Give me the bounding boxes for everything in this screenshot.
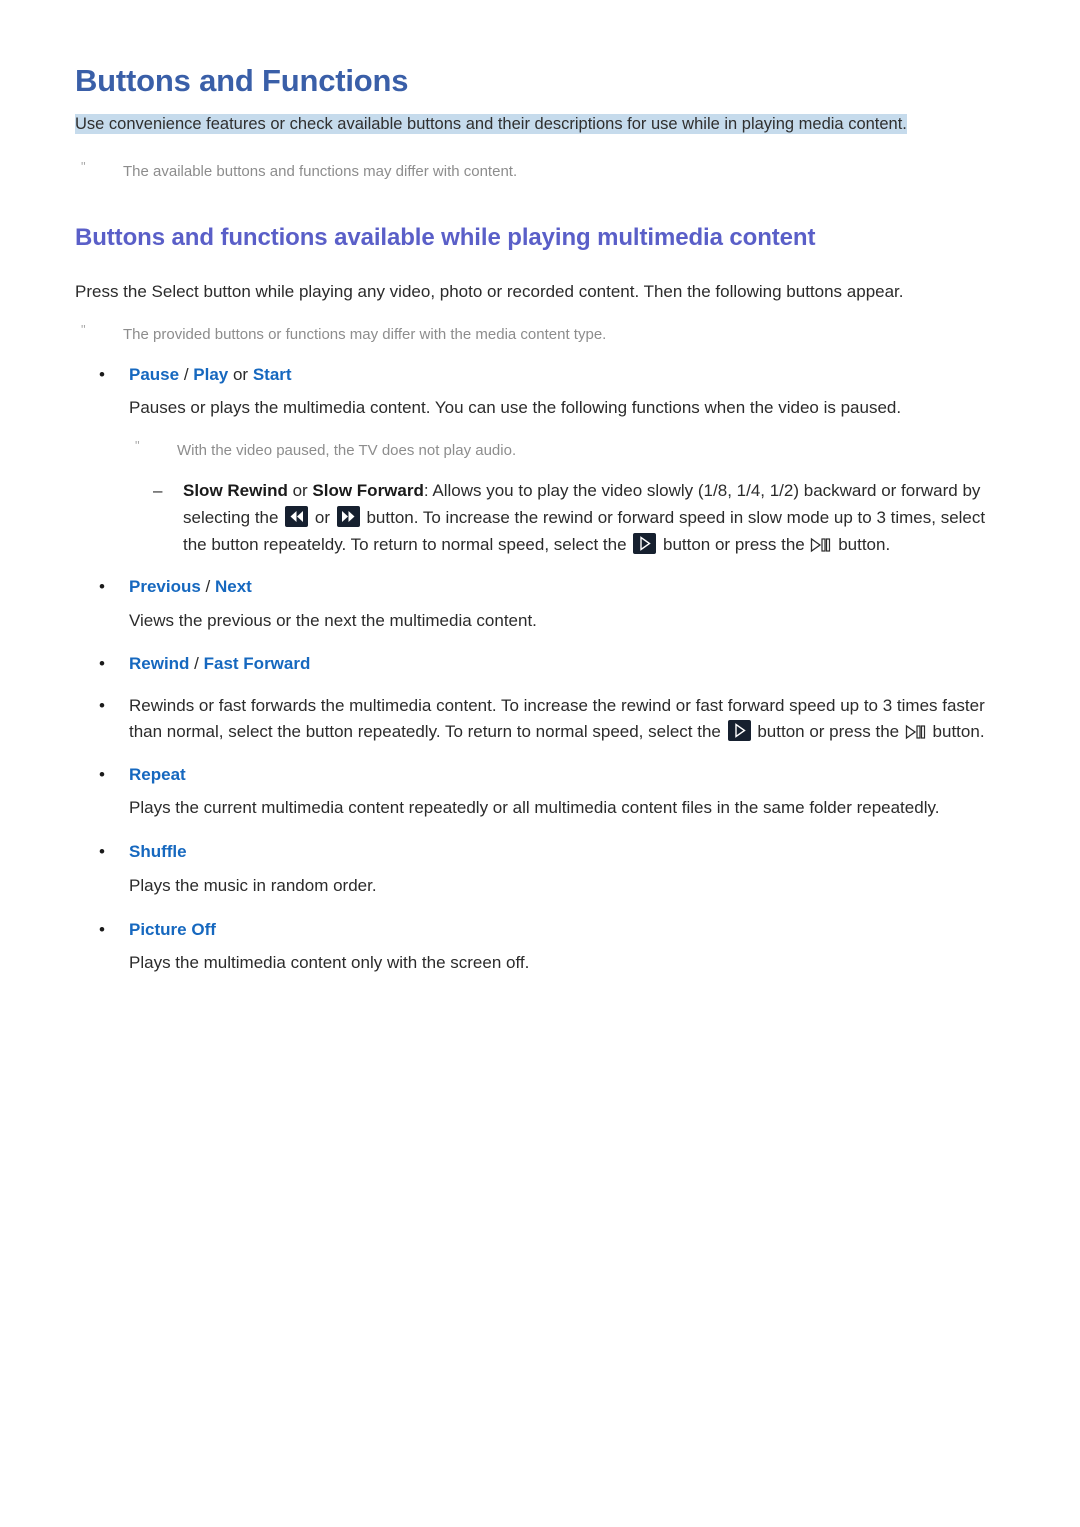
shuffle-description: Plays the music in random order. (129, 875, 377, 895)
document-content: Buttons and Functions Use convenience fe… (75, 62, 1005, 994)
note-text: The provided buttons or functions may di… (123, 325, 607, 343)
note-text: With the video paused, the TV does not p… (177, 442, 517, 460)
section-intro-paragraph: Press the Select button while playing an… (75, 281, 904, 301)
rewind-text-part-2: button or press the (752, 722, 904, 742)
bullet-label-picture-off: Picture Off (129, 919, 216, 939)
label-conjunction: or (228, 364, 253, 384)
play-key-icon[interactable] (727, 720, 751, 742)
bullet-label-repeat: Repeat (129, 764, 186, 784)
page-subtitle-highlighted: Use convenience features or check availa… (75, 114, 907, 135)
list-item-shuffle: • Shuffle (75, 839, 1005, 865)
page-subtitle-wrapper: Use convenience features or check availa… (75, 111, 1005, 137)
section-heading: Buttons and functions available while pl… (75, 223, 816, 251)
slow-text-part-2: or (310, 508, 335, 527)
note-marker-icon: " (81, 158, 86, 174)
bullet-dot-icon: • (99, 842, 105, 862)
note-available-buttons: " The available buttons and functions ma… (75, 158, 1005, 183)
term-slow-rewind: Slow Rewind (183, 481, 288, 501)
play-pause-key-icon[interactable] (810, 537, 832, 553)
bullet-dot-icon: • (99, 364, 105, 384)
bullet-label-rewind-fast-forward: Rewind / Fast Forward (129, 651, 1005, 677)
page-title: Buttons and Functions (75, 63, 409, 98)
label-start: Start (252, 364, 292, 384)
list-item-pause-play-start: • Pause / Play or Start (75, 362, 1005, 388)
list-item-picture-off: • Picture Off (75, 917, 1005, 943)
dash-marker-icon: – (153, 481, 163, 501)
list-item-previous-next: • Previous / Next (75, 574, 1005, 600)
slow-rewind-key-icon[interactable] (285, 506, 309, 527)
label-separator: / (200, 577, 215, 597)
note-marker-icon: " (81, 321, 86, 337)
bullet-label-pause: Pause / Play or Start (129, 362, 1005, 388)
list-item-slow-rewind-forward: – Slow Rewind or Slow Forward: Allows yo… (129, 478, 1005, 558)
label-rewind: Rewind (129, 654, 190, 674)
bullet-dot-icon: • (99, 695, 105, 715)
pause-description: Pauses or plays the multimedia content. … (129, 398, 902, 418)
label-play: Play (193, 364, 229, 384)
rewind-description: Rewinds or fast forwards the multimedia … (129, 693, 1005, 746)
repeat-description: Plays the current multimedia content rep… (129, 798, 940, 818)
rewind-text-part-3: button. (927, 722, 985, 742)
label-separator: / (179, 364, 194, 384)
previous-next-description: Views the previous or the next the multi… (129, 610, 537, 630)
bullet-dot-icon: • (99, 577, 105, 597)
label-separator: / (189, 654, 204, 674)
text-or: or (287, 481, 313, 501)
play-key-icon[interactable] (633, 532, 657, 554)
term-slow-forward: Slow Forward (312, 481, 424, 501)
slow-text-part-5: button. (833, 534, 891, 554)
label-next: Next (214, 577, 252, 597)
bullet-dot-icon: • (99, 919, 105, 939)
bullet-label-previous-next: Previous / Next (129, 574, 1005, 600)
bullet-label-shuffle: Shuffle (129, 842, 187, 862)
slow-rewind-forward-text: Slow Rewind or Slow Forward: Allows you … (183, 478, 1005, 558)
note-paused-no-audio: " With the video paused, the TV does not… (129, 438, 1005, 462)
picture-off-description: Plays the multimedia content only with t… (129, 953, 530, 973)
list-item-rewind-fast-forward: • Rewind / Fast Forward (75, 651, 1005, 677)
document-page: Buttons and Functions Use convenience fe… (0, 0, 1080, 1527)
list-item-repeat: • Repeat (75, 762, 1005, 788)
slow-forward-key-icon[interactable] (336, 506, 360, 527)
label-pause: Pause (129, 364, 180, 384)
label-previous: Previous (129, 577, 201, 597)
note-provided-buttons: " The provided buttons or functions may … (75, 321, 1005, 346)
play-pause-key-icon[interactable] (905, 724, 927, 740)
rewind-description-row: • Rewinds or fast forwards the multimedi… (75, 693, 1005, 746)
label-fast-forward: Fast Forward (203, 654, 311, 674)
note-text: The available buttons and functions may … (123, 162, 518, 180)
bullet-dot-icon: • (99, 764, 105, 784)
note-marker-icon: " (135, 438, 140, 454)
slow-text-part-4: button or press the (658, 534, 810, 554)
bullet-dot-icon: • (99, 654, 105, 674)
